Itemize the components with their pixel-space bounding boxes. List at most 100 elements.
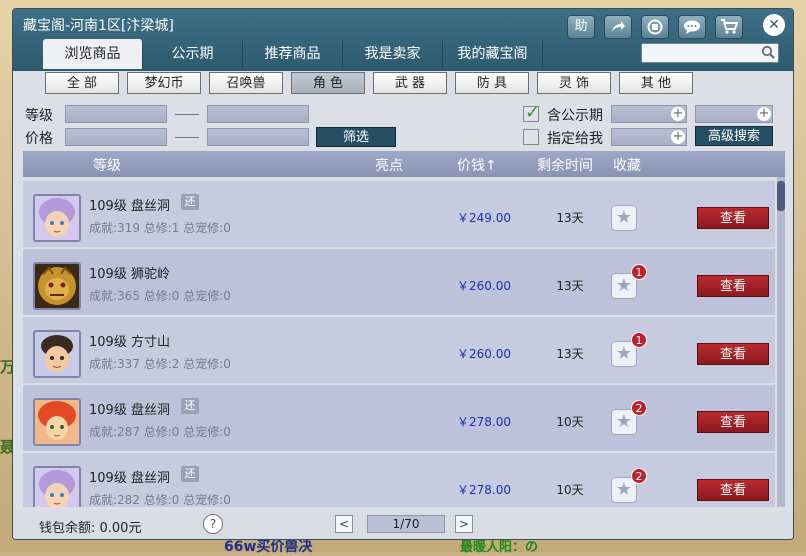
row-price: ￥260.00 — [457, 279, 511, 293]
tab-recommend[interactable]: 推荐商品 — [243, 39, 343, 69]
header-level[interactable]: 等级 — [93, 155, 121, 175]
favorite-count-badge: 1 — [631, 332, 647, 348]
favorite-star-icon[interactable]: ★ — [611, 205, 637, 231]
header-price[interactable]: 价钱↑ — [457, 155, 497, 175]
range-dash — [175, 114, 199, 115]
row-stats: 成就:337 总修:2 总宠修:0 — [89, 357, 231, 371]
category-pet[interactable]: 召唤兽 — [209, 72, 283, 94]
avatar[interactable] — [33, 194, 81, 242]
row-title: 109级 方寸山 — [89, 335, 170, 350]
row-title: 109级 盘丝洞 — [89, 471, 170, 486]
row-price: ￥249.00 — [457, 211, 511, 225]
plus-icon[interactable]: + — [757, 107, 771, 121]
wallet-balance: 钱包余额: 0.00元 — [39, 521, 142, 536]
public-option-select[interactable]: + — [611, 105, 687, 123]
favorite-count-badge: 1 — [631, 264, 647, 280]
category-armor[interactable]: 防 具 — [455, 72, 529, 94]
row-price: ￥278.00 — [457, 415, 511, 429]
view-button[interactable]: 查看 — [697, 207, 769, 229]
tab-browse[interactable]: 浏览商品 — [43, 39, 143, 69]
avatar[interactable] — [33, 262, 81, 310]
assign-me-checkbox[interactable] — [523, 129, 539, 145]
prev-page-button[interactable]: < — [335, 515, 353, 533]
chat-icon[interactable] — [678, 15, 706, 39]
view-button[interactable]: 查看 — [697, 479, 769, 501]
assign-option-select[interactable]: + — [611, 128, 687, 146]
advanced-search-button[interactable]: 高级搜索 — [695, 126, 773, 146]
row-stats: 成就:319 总修:1 总宠修:0 — [89, 221, 231, 235]
window-title: 藏宝阁-河南1区[汴梁城] — [23, 18, 174, 34]
tab-seller[interactable]: 我是卖家 — [343, 39, 443, 69]
table-row[interactable]: 109级 狮驼岭 成就:365 总修:0 总宠修:0 ￥260.00 13天 ★… — [23, 249, 775, 315]
price-max-input[interactable] — [207, 128, 309, 146]
table-row[interactable]: 109级 方寸山 成就:337 总修:2 总宠修:0 ￥260.00 13天 ★… — [23, 317, 775, 383]
category-bar: 全 部 梦幻币 召唤兽 角 色 武 器 防 具 灵 饰 其 他 — [45, 72, 693, 94]
filter-button[interactable]: 筛选 — [316, 127, 396, 147]
list-scrollbar[interactable] — [777, 177, 785, 507]
search-icon[interactable] — [761, 45, 775, 63]
view-button[interactable]: 查看 — [697, 275, 769, 297]
include-public-checkbox[interactable]: ✓ — [523, 102, 540, 123]
help-icon[interactable]: ? — [203, 514, 223, 534]
cart-icon[interactable] — [715, 15, 743, 39]
category-weapon[interactable]: 武 器 — [373, 72, 447, 94]
row-stats: 成就:287 总修:0 总宠修:0 — [89, 425, 231, 439]
tab-public[interactable]: 公示期 — [143, 39, 243, 69]
category-role[interactable]: 角 色 — [291, 72, 365, 94]
plus-icon[interactable]: + — [671, 130, 685, 144]
return-badge: 还 — [181, 398, 199, 414]
record-icon[interactable] — [641, 15, 669, 39]
assign-me-label: 指定给我 — [547, 131, 603, 147]
row-title: 109级 盘丝洞 — [89, 199, 170, 214]
return-badge: 还 — [181, 466, 199, 482]
close-button[interactable]: ✕ — [763, 14, 785, 36]
include-public-label: 含公示期 — [547, 108, 603, 124]
row-time: 13天 — [556, 279, 584, 293]
row-stats: 成就:365 总修:0 总宠修:0 — [89, 289, 231, 303]
tab-my-pavilion[interactable]: 我的藏宝阁 — [443, 39, 543, 69]
avatar[interactable] — [33, 330, 81, 378]
avatar[interactable] — [33, 466, 81, 507]
table-row[interactable]: 109级 盘丝洞 还 成就:319 总修:1 总宠修:0 ￥249.00 13天… — [23, 181, 775, 247]
price-min-input[interactable] — [65, 128, 167, 146]
scrollbar-thumb[interactable] — [777, 181, 785, 211]
row-time: 10天 — [556, 483, 584, 497]
listing-table: 109级 盘丝洞 还 成就:319 总修:1 总宠修:0 ￥249.00 13天… — [23, 177, 787, 507]
row-price: ￥278.00 — [457, 483, 511, 497]
share-icon[interactable] — [604, 15, 632, 39]
row-price: ￥260.00 — [457, 347, 511, 361]
header-time[interactable]: 剩余时间 — [537, 155, 593, 175]
title-bar: 藏宝阁-河南1区[汴梁城] 助 ✕ 浏览商品 公示期 推荐商品 我是卖家 我的藏… — [13, 9, 793, 71]
treasure-pavilion-window: 藏宝阁-河南1区[汴梁城] 助 ✕ 浏览商品 公示期 推荐商品 我是卖家 我的藏… — [12, 8, 794, 540]
search-input[interactable] — [641, 43, 779, 63]
view-button[interactable]: 查看 — [697, 411, 769, 433]
level-filter-label: 等级 — [25, 108, 53, 124]
favorite-count-badge: 2 — [631, 468, 647, 484]
row-time: 13天 — [556, 347, 584, 361]
view-button[interactable]: 查看 — [697, 343, 769, 365]
next-page-button[interactable]: > — [455, 515, 473, 533]
category-all[interactable]: 全 部 — [45, 72, 119, 94]
table-row[interactable]: 109级 盘丝洞 还 成就:282 总修:0 总宠修:0 ￥278.00 10天… — [23, 453, 775, 507]
category-gold[interactable]: 梦幻币 — [127, 72, 201, 94]
level-min-input[interactable] — [65, 105, 167, 123]
category-accessory[interactable]: 灵 饰 — [537, 72, 611, 94]
favorite-count-badge: 2 — [631, 400, 647, 416]
plus-icon[interactable]: + — [671, 107, 685, 121]
table-row[interactable]: 109级 盘丝洞 还 成就:287 总修:0 总宠修:0 ￥278.00 10天… — [23, 385, 775, 451]
help-button[interactable]: 助 — [567, 15, 595, 39]
price-filter-label: 价格 — [25, 131, 53, 147]
header-highlight: 亮点 — [375, 158, 403, 174]
category-other[interactable]: 其 他 — [619, 72, 693, 94]
level-max-input[interactable] — [207, 105, 309, 123]
row-title: 109级 盘丝洞 — [89, 403, 170, 418]
checkmark-icon: ✓ — [525, 102, 541, 123]
range-dash — [175, 137, 199, 138]
footer-bar: 钱包余额: 0.00元 ? < 1/70 > — [13, 511, 793, 539]
page-indicator[interactable]: 1/70 — [367, 515, 445, 533]
public-option-select-2[interactable]: + — [695, 105, 773, 123]
header-fav: 收藏 — [613, 158, 641, 174]
avatar[interactable] — [33, 398, 81, 446]
return-badge: 还 — [181, 194, 199, 210]
row-title: 109级 狮驼岭 — [89, 267, 170, 282]
